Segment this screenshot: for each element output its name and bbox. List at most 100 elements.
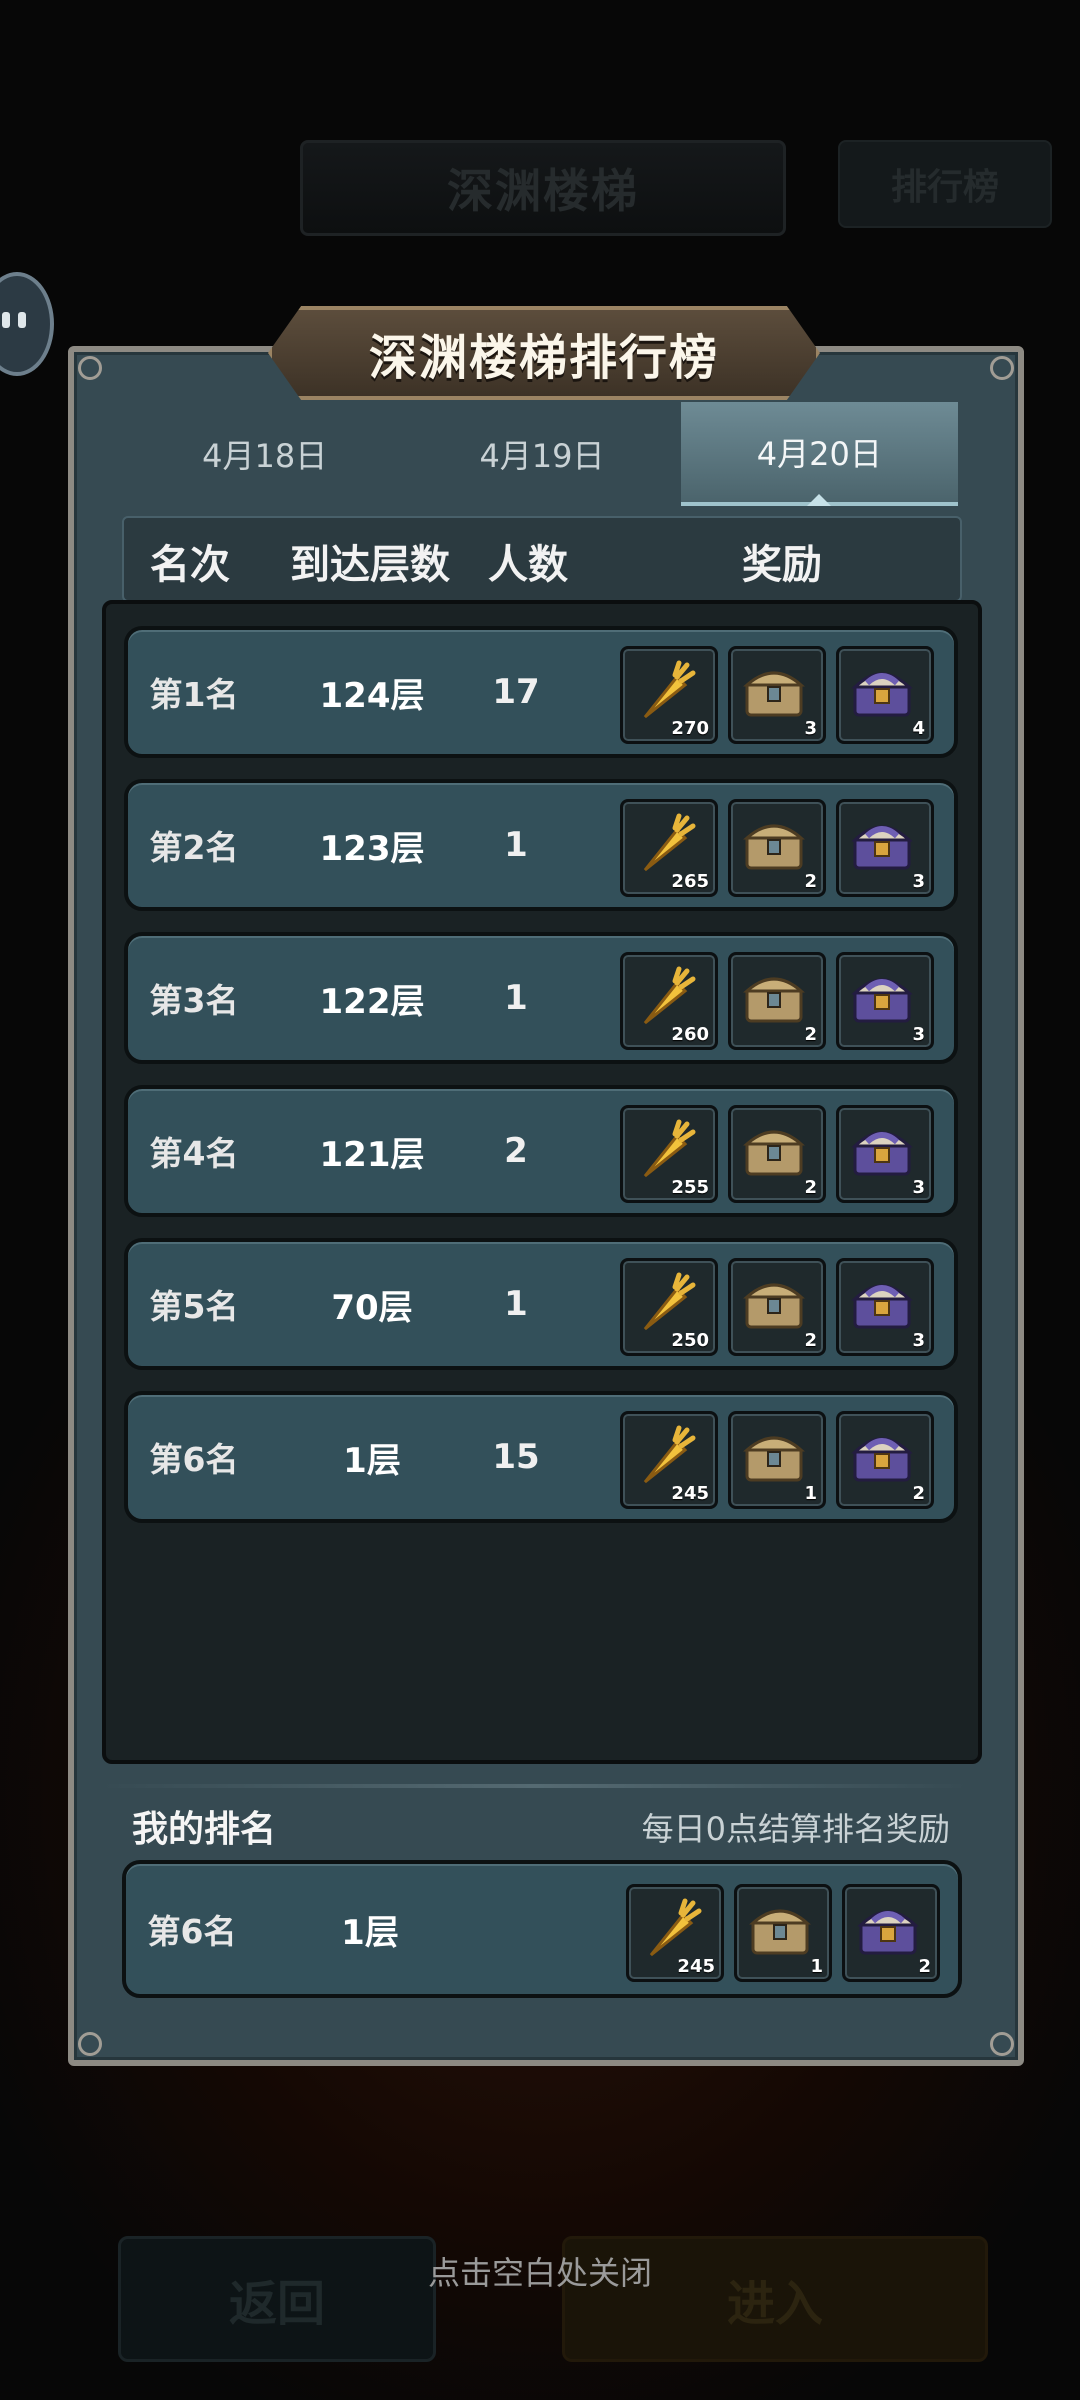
reward-gold-chest[interactable]: 3	[728, 646, 826, 744]
reward-qty: 2	[912, 1483, 925, 1504]
reward-gold-chest[interactable]: 1	[728, 1411, 826, 1509]
floor-cell: 123层	[319, 828, 425, 869]
tab-label: 4月19日	[479, 437, 605, 475]
rank-cell: 第4名	[149, 1134, 239, 1173]
count-cell: 17	[492, 672, 540, 712]
reward-gold-chest[interactable]: 2	[728, 1105, 826, 1203]
reward-purple-chest[interactable]: 4	[836, 646, 934, 744]
section-divider	[100, 1784, 970, 1788]
reward-purple-chest[interactable]: 3	[836, 952, 934, 1050]
reward-qty: 250	[671, 1330, 709, 1351]
corner-ornament	[990, 2032, 1014, 2056]
reward-gold-chest[interactable]: 2	[728, 1258, 826, 1356]
reward-carrot[interactable]: 270	[620, 646, 718, 744]
tab-apr-20[interactable]: 4月20日	[680, 402, 958, 506]
reward-list: 260 2 3	[620, 952, 934, 1050]
my-ranking-row: 第6名 1层 245 1 2	[122, 1860, 962, 1998]
ranking-row: 第6名 1层 15 245 1 2	[124, 1391, 958, 1523]
reward-carrot[interactable]: 255	[620, 1105, 718, 1203]
count-cell: 1	[504, 978, 528, 1018]
rank-cell: 第1名	[149, 675, 239, 714]
count-cell: 1	[504, 825, 528, 865]
header-floor: 到达层数	[290, 542, 450, 588]
reward-list: 245 1 2	[620, 1411, 934, 1509]
rank-cell: 第6名	[149, 1440, 239, 1479]
reward-qty: 1	[804, 1483, 817, 1504]
reward-qty: 3	[912, 1177, 925, 1198]
floor-cell: 121层	[319, 1134, 425, 1175]
tab-apr-19[interactable]: 4月19日	[403, 402, 680, 506]
avatar-eye	[2, 312, 10, 328]
reward-list: 245 1 2	[626, 1884, 940, 1982]
ranking-row: 第5名 70层 1 250 2 3	[124, 1238, 958, 1370]
background-title-ribbon: 深渊楼梯	[300, 140, 786, 236]
reward-qty: 2	[804, 1330, 817, 1351]
reward-qty: 2	[804, 1024, 817, 1045]
floor-cell: 122层	[319, 981, 425, 1022]
my-ranking-label: 我的排名	[132, 1809, 277, 1850]
count-cell: 15	[492, 1437, 540, 1477]
reward-carrot[interactable]: 260	[620, 952, 718, 1050]
leaderboard-button-label: 排行榜	[890, 167, 999, 208]
reward-gold-chest[interactable]: 2	[728, 952, 826, 1050]
reward-purple-chest[interactable]: 3	[836, 799, 934, 897]
reward-qty: 245	[671, 1483, 709, 1504]
tab-apr-18[interactable]: 4月18日	[126, 402, 403, 506]
corner-ornament	[78, 2032, 102, 2056]
reward-qty: 270	[671, 718, 709, 739]
tab-label: 4月18日	[202, 437, 328, 475]
date-tabs: 4月18日 4月19日 4月20日	[126, 402, 958, 506]
reward-qty: 2	[804, 871, 817, 892]
reward-list: 265 2 3	[620, 799, 934, 897]
floor-cell: 1层	[341, 1912, 399, 1953]
corner-ornament	[78, 356, 102, 380]
reward-carrot[interactable]: 245	[626, 1884, 724, 1982]
reward-qty: 3	[912, 1024, 925, 1045]
reward-qty: 245	[677, 1956, 715, 1977]
reward-gold-chest[interactable]: 1	[734, 1884, 832, 1982]
reward-purple-chest[interactable]: 3	[836, 1258, 934, 1356]
reward-qty: 260	[671, 1024, 709, 1045]
background-title: 深渊楼梯	[447, 164, 639, 218]
ranking-list[interactable]: 第1名 124层 17 270 3 4 第2名 123层 1 265 2 3 第…	[102, 600, 982, 1764]
rank-cell: 第2名	[149, 828, 239, 867]
rank-cell: 第6名	[147, 1912, 237, 1951]
avatar-eye	[18, 312, 26, 328]
close-hint: 点击空白处关闭	[427, 2254, 652, 2292]
floor-cell: 124层	[319, 675, 425, 716]
leaderboard-button[interactable]: 排行榜	[838, 140, 1052, 228]
reward-carrot[interactable]: 265	[620, 799, 718, 897]
reward-list: 250 2 3	[620, 1258, 934, 1356]
reward-qty: 3	[912, 871, 925, 892]
reward-qty: 2	[918, 1956, 931, 1977]
reward-purple-chest[interactable]: 3	[836, 1105, 934, 1203]
reward-carrot[interactable]: 250	[620, 1258, 718, 1356]
header-rank: 名次	[150, 542, 230, 588]
reward-qty: 3	[912, 1330, 925, 1351]
panel-title-banner: 深渊楼梯排行榜	[268, 306, 820, 400]
reward-gold-chest[interactable]: 2	[728, 799, 826, 897]
rank-cell: 第3名	[149, 981, 239, 1020]
reward-list: 255 2 3	[620, 1105, 934, 1203]
count-cell: 2	[504, 1131, 528, 1171]
settlement-note: 每日0点结算排名奖励	[641, 1810, 950, 1848]
ranking-row: 第3名 122层 1 260 2 3	[124, 932, 958, 1064]
ranking-row: 第1名 124层 17 270 3 4	[124, 626, 958, 758]
panel-title: 深渊楼梯排行榜	[368, 330, 719, 386]
reward-list: 270 3 4	[620, 646, 934, 744]
reward-carrot[interactable]: 245	[620, 1411, 718, 1509]
reward-purple-chest[interactable]: 2	[836, 1411, 934, 1509]
count-cell: 1	[504, 1284, 528, 1324]
reward-qty: 265	[671, 871, 709, 892]
table-header: 名次 到达层数 人数 奖励	[122, 516, 962, 602]
ranking-row: 第4名 121层 2 255 2 3	[124, 1085, 958, 1217]
reward-qty: 3	[804, 718, 817, 739]
reward-qty: 4	[912, 718, 925, 739]
avatar[interactable]	[0, 272, 54, 376]
tab-label: 4月20日	[756, 435, 882, 473]
reward-purple-chest[interactable]: 2	[842, 1884, 940, 1982]
header-count: 人数	[488, 542, 568, 588]
ranking-row: 第2名 123层 1 265 2 3	[124, 779, 958, 911]
reward-qty: 255	[671, 1177, 709, 1198]
rank-cell: 第5名	[149, 1287, 239, 1326]
